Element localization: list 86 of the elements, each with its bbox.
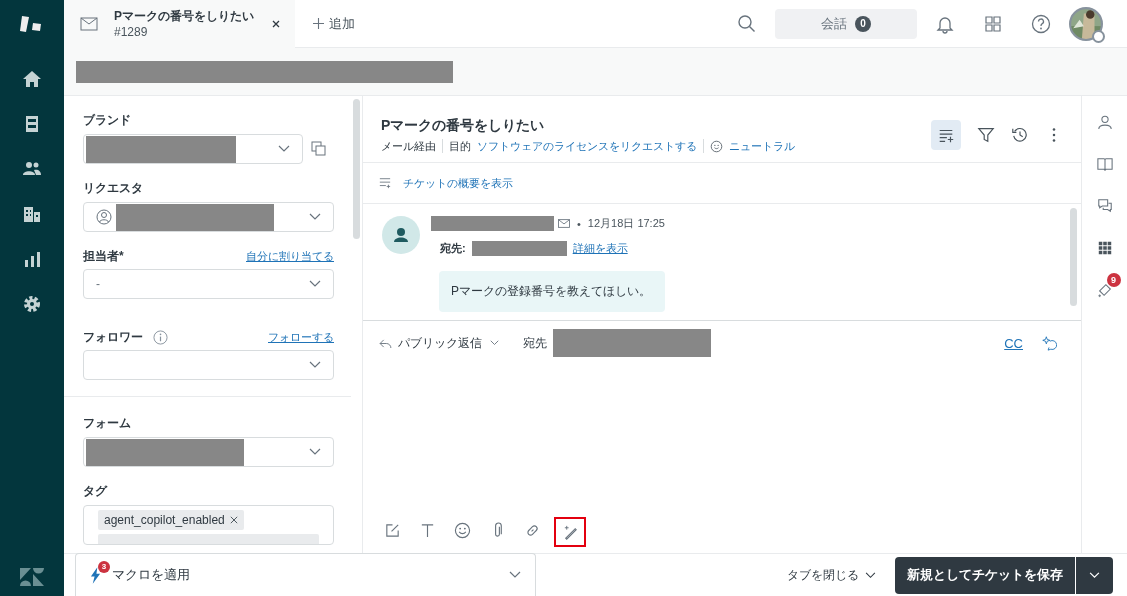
reply-icon <box>379 338 392 348</box>
requester-dropdown[interactable] <box>83 202 334 232</box>
chart-icon[interactable] <box>22 249 42 269</box>
filter-icon[interactable] <box>977 126 995 144</box>
mail-icon <box>558 219 570 228</box>
recipient-label: 宛先: <box>440 241 466 256</box>
copy-icon[interactable] <box>311 141 327 157</box>
building-icon[interactable] <box>22 204 42 224</box>
sparkle-icon[interactable] <box>1041 335 1057 351</box>
sentiment-link[interactable]: ニュートラル <box>729 138 795 154</box>
chevron-icon <box>309 280 321 288</box>
user-icon[interactable] <box>1096 114 1113 130</box>
follow-link[interactable]: フォローする <box>268 329 334 345</box>
chevron-icon <box>278 145 290 153</box>
text-format-icon <box>419 522 436 539</box>
reply-mode-dropdown[interactable]: パブリック返信 <box>398 334 499 352</box>
intent-label: 目的 <box>449 138 471 154</box>
notification-badge: 3 <box>98 560 110 573</box>
user-icon <box>96 209 112 225</box>
tab-title: Pマークの番号をしりたい <box>114 8 255 25</box>
intent-link[interactable]: ソフトウェアのライセンスをリクエストする <box>477 138 697 154</box>
ticket-number: #1289 <box>114 25 149 39</box>
count-badge: 0 <box>855 15 871 32</box>
chat-icon[interactable] <box>1096 198 1113 214</box>
link-icon <box>524 522 541 539</box>
logo-icon <box>20 14 44 34</box>
recipient-label: 宛先 <box>523 334 547 352</box>
form-dropdown[interactable] <box>83 437 334 467</box>
chevron-icon <box>865 571 876 579</box>
chevron-icon <box>509 571 521 579</box>
ticket-sparkle-icon[interactable] <box>1096 282 1113 298</box>
highlighted-tool-button[interactable] <box>554 517 586 547</box>
ticket-tab[interactable]: Pマークの番号をしりたい #1289 <box>64 0 295 48</box>
message-bubble: Pマークの登録番号を教えてほしい。 <box>439 271 665 312</box>
message-time: 12月18日 17:25 <box>587 216 665 231</box>
details-link[interactable]: 詳細を表示 <box>572 241 628 256</box>
search-icon[interactable] <box>737 13 757 34</box>
lightning-icon <box>90 566 101 584</box>
avatar-icon <box>382 216 420 254</box>
settings-icon[interactable] <box>22 294 42 314</box>
apps-icon[interactable] <box>1096 240 1113 256</box>
close-tab-dropdown[interactable]: タブを閉じる <box>781 565 882 585</box>
add-tab-button[interactable]: 追加 <box>307 13 361 34</box>
smiley-icon <box>454 522 471 539</box>
field-label: リクエスタ <box>83 180 144 196</box>
macro-dropdown[interactable]: 3 マクロを適用 <box>75 553 536 596</box>
conversations-button[interactable]: 会話 0 <box>775 8 917 39</box>
assignee-dropdown[interactable]: - <box>83 269 334 299</box>
tag-chip[interactable]: agent_copilot_enabled <box>98 510 244 530</box>
scrollbar[interactable] <box>353 99 360 239</box>
history-icon[interactable] <box>1011 126 1029 144</box>
notification-badge: 9 <box>1106 273 1121 287</box>
close-icon[interactable] <box>271 18 281 29</box>
save-button[interactable]: 新規としてチケットを保存 <box>895 556 1075 594</box>
plus-icon <box>313 18 324 29</box>
home-icon[interactable] <box>22 69 42 89</box>
brand-dropdown[interactable] <box>83 134 303 164</box>
chevron-icon <box>309 213 321 221</box>
field-label: 担当者* <box>83 248 124 264</box>
chevron-icon <box>1089 571 1100 579</box>
remove-icon[interactable] <box>229 516 238 524</box>
cc-link[interactable]: CC <box>1004 335 1023 351</box>
summary-link[interactable]: チケットの概要を表示 <box>403 175 513 191</box>
field-label: ブランド <box>83 112 132 128</box>
scrollbar[interactable] <box>1070 208 1077 306</box>
chevron-icon <box>490 340 499 346</box>
info-icon[interactable] <box>153 329 168 345</box>
field-label: フォロワー <box>83 329 143 345</box>
smiley-icon <box>710 139 723 153</box>
book-icon[interactable] <box>1096 156 1113 172</box>
summary-toggle-button[interactable] <box>931 120 961 150</box>
mail-icon <box>80 16 98 31</box>
ticket-title: Pマークの番号をしりたい <box>381 116 546 135</box>
chevron-icon <box>309 448 321 456</box>
list-icon <box>379 177 391 189</box>
assign-to-me-link[interactable]: 自分に割り当てる <box>246 248 334 264</box>
field-label: フォーム <box>83 415 132 431</box>
channel-label: メール経由 <box>381 138 436 154</box>
save-options-button[interactable] <box>1075 556 1113 594</box>
edit-icon <box>384 522 401 539</box>
help-icon[interactable] <box>1031 13 1051 34</box>
field-label: タグ <box>83 483 109 499</box>
separator-dot: • <box>577 217 581 230</box>
tags-field[interactable]: agent_copilot_enabled <box>83 505 334 545</box>
apps-icon[interactable] <box>983 13 1003 34</box>
chevron-icon <box>309 361 321 369</box>
